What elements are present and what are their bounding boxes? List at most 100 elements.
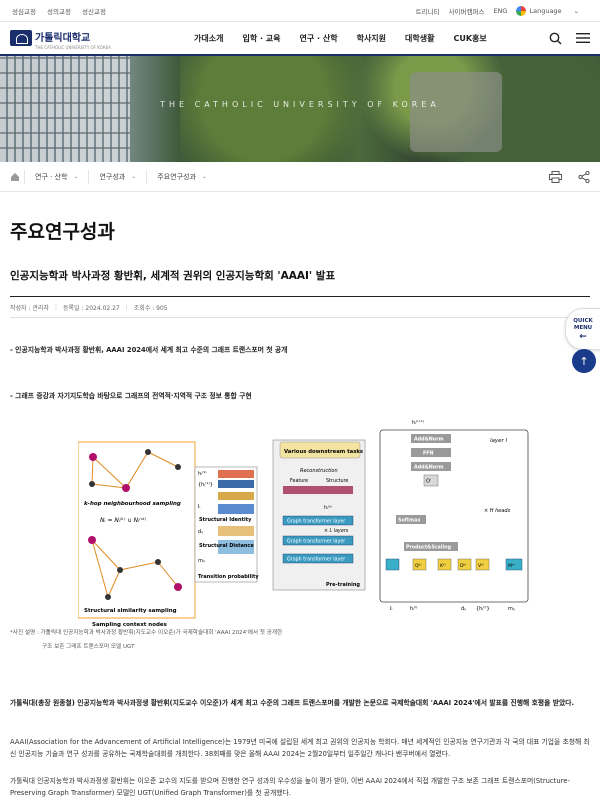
label-ii: Iᵢ [198, 504, 200, 510]
label-bottom-dij: dᵢⱼ [461, 606, 466, 612]
label-gtl-3: Graph transformer layer [287, 557, 345, 563]
nav-item-research[interactable]: 연구 · 산학 [300, 33, 338, 44]
campus-link-2[interactable]: 성의교정 [47, 8, 71, 16]
utility-link-eng[interactable]: ENG [493, 7, 507, 15]
global-nav: 가대소개 입학 · 교육 연구 · 산학 학사지원 대학생활 CUK홍보 [194, 33, 487, 44]
encoding-colors [218, 470, 254, 554]
nav-item-pr[interactable]: CUK홍보 [453, 33, 486, 44]
label-addnorm-2: Add&Norm [414, 465, 443, 471]
label-khop: k-hop neighbourhood sampling [84, 501, 181, 507]
article-paragraph-2: AAAI(Association for the Advancement of … [10, 738, 590, 758]
ugt-architecture-figure: k-hop neighbourhood sampling Nᵢ = Nᵢ⁽ᵏ⁾ … [78, 420, 529, 628]
banner-building-floors [0, 56, 130, 162]
article-paragraph-1: 가톨릭대(총장 원종철) 인공지능학과 박사과정생 황반휘(지도교수 이오준)가… [10, 699, 575, 707]
quick-menu-label-1: QUICK [573, 318, 593, 324]
breadcrumb: 연구 · 산학 ⌄ 연구성과 ⌄ 주요연구성과 ⌄ [0, 162, 600, 192]
label-structure: Structure [326, 478, 348, 484]
university-logo[interactable]: 가톨릭대학교 THE CATHOLIC UNIVERSITY OF KOREA [10, 26, 170, 50]
article-bullet-1: - 인공지능학과 박사과정 황반휘, AAAI 2024에서 세계 최고 수준의… [10, 346, 288, 354]
logo-emblem-icon [10, 30, 32, 46]
chevron-down-icon: ⌄ [201, 173, 207, 180]
label-prodscale: Product&Scaling [406, 545, 452, 551]
nav-item-academic[interactable]: 학사지원 [357, 33, 386, 44]
quick-menu-button[interactable]: QUICK MENU ← [565, 308, 600, 350]
label-gtl-2: Graph transformer layer [287, 539, 345, 545]
label-bottom-hj: {hⱼ⁽ˡ⁾} [476, 606, 490, 612]
label-dij: dᵢⱼ [198, 529, 203, 535]
breadcrumb-item-research[interactable]: 연구 · 산학 ⌄ [24, 169, 88, 184]
print-icon[interactable] [549, 170, 562, 183]
menu-icon[interactable] [576, 32, 590, 44]
label-h-out: hᵢ⁽ˡ⁺¹⁾ [412, 420, 424, 426]
article-title: 인공지능학과 박사과정 황반휘, 세계적 권위의 인공지능학회 'AAAI' 발… [10, 270, 336, 282]
utility-link-trinity[interactable]: 트리니티 [416, 6, 440, 16]
article-meta: 작성자 : 관리자 | 등록일 : 2024.02.27 | 조회수 : 905 [10, 296, 590, 318]
label-hik: hᵢ⁽ᵏ⁾ [324, 505, 332, 511]
label-pretraining: Pre-training [326, 582, 360, 588]
pretraining-panel [272, 439, 366, 591]
label-d: Dᵏˡ [460, 563, 466, 569]
label-q: Qᵏˡ [415, 563, 422, 569]
label-gtl-1: Graph transformer layer [287, 519, 345, 525]
nav-item-campus-life[interactable]: 대학생활 [405, 33, 434, 44]
page-title: 주요연구성과 [10, 221, 115, 243]
campus-link-1[interactable]: 성심교정 [12, 8, 36, 16]
language-selector[interactable]: Language ⌄ [516, 5, 588, 16]
label-hi1: hᵢ⁽¹⁾ [198, 471, 207, 477]
arrow-left-icon: ← [579, 332, 587, 342]
figure-caption-2: 구조 보존 그래프 트랜스포머 모델 UGT [42, 644, 135, 650]
header-icons [549, 32, 590, 45]
campus-links: 성심교정 성의교정 성신교정 [12, 6, 115, 16]
label-k: Kᵏˡ [440, 563, 446, 569]
scroll-to-top-button[interactable]: ↑ [572, 349, 596, 373]
label-mij: mᵢⱼ [198, 558, 205, 564]
label-layer-l: layer l [490, 438, 508, 444]
google-translate-icon [516, 5, 527, 16]
label-hj1: {hⱼ⁽¹⁾} [198, 482, 213, 488]
label-bottom-hi: hᵢ⁽ˡ⁾ [410, 606, 417, 612]
article-date: 등록일 : 2024.02.27 [63, 304, 120, 312]
label-identity: Structural Identity [199, 517, 252, 523]
label-softmax: Softmax [398, 518, 421, 524]
hero-banner: THE CATHOLIC UNIVERSITY OF KOREA [0, 56, 600, 162]
logo-subtext: THE CATHOLIC UNIVERSITY OF KOREA [35, 45, 111, 50]
utility-link-cyber[interactable]: 사이버캠퍼스 [449, 6, 485, 16]
label-v: Vᵏˡ [478, 563, 484, 569]
label-feature: Feature [290, 478, 308, 484]
utility-links: 트리니티 사이버캠퍼스 ENG Language ⌄ [416, 5, 588, 16]
label-similarity: Structural similarity sampling [84, 608, 177, 614]
label-l-layers: × L layers [324, 528, 349, 534]
main-header: 가톨릭대학교 THE CATHOLIC UNIVERSITY OF KOREA … [0, 22, 600, 56]
banner-text: THE CATHOLIC UNIVERSITY OF KOREA [160, 100, 440, 109]
article-paragraph-3: 가톨릭대 인공지능학과 박사과정생 황반휘는 이오준 교수의 지도를 받으며 진… [10, 777, 570, 797]
chevron-down-icon: ⌄ [573, 6, 579, 15]
language-label: Language [529, 6, 562, 15]
breadcrumb-label: 연구 · 산학 [35, 172, 68, 181]
label-khop-formula: Nᵢ = Nᵢ⁽ᵏ⁾ ∪ Nᵢ⁽ˢᵗ⁾ [100, 517, 147, 524]
breadcrumb-label: 연구성과 [99, 172, 126, 181]
nav-item-about[interactable]: 가대소개 [194, 33, 223, 44]
label-h-heads: × H heads [484, 508, 511, 514]
nav-item-admission[interactable]: 입학 · 교육 [242, 33, 280, 44]
label-downstream: Various downstream tasks [284, 449, 363, 455]
logo-text: 가톨릭대학교 [35, 33, 91, 44]
arrow-up-icon: ↑ [579, 354, 589, 368]
article-bullet-2: - 그래프 증강과 자기지도학습 바탕으로 그래프의 전역적·지역적 구조 정보… [10, 392, 252, 400]
article-views: 조회수 : 905 [133, 304, 168, 312]
banner-trees-image [180, 56, 600, 162]
label-o: Oˡ [426, 479, 431, 485]
article-author: 작성자 : 관리자 [10, 304, 49, 312]
home-icon[interactable] [10, 172, 20, 182]
label-ffn: FFN [423, 451, 434, 457]
label-transition: Transition probability [198, 574, 259, 580]
quick-menu-label-2: MENU [573, 325, 593, 331]
meta-separator: | [125, 303, 128, 311]
breadcrumb-item-results[interactable]: 연구성과 ⌄ [88, 169, 146, 184]
label-m: Mᵏˡ [508, 563, 515, 569]
meta-separator: | [54, 303, 57, 311]
campus-link-3[interactable]: 성신교정 [82, 8, 106, 16]
breadcrumb-item-major-results[interactable]: 주요연구성과 ⌄ [146, 169, 217, 184]
search-icon[interactable] [549, 32, 562, 45]
label-bottom-ii: Iᵢ [390, 606, 392, 612]
share-icon[interactable] [578, 170, 590, 183]
